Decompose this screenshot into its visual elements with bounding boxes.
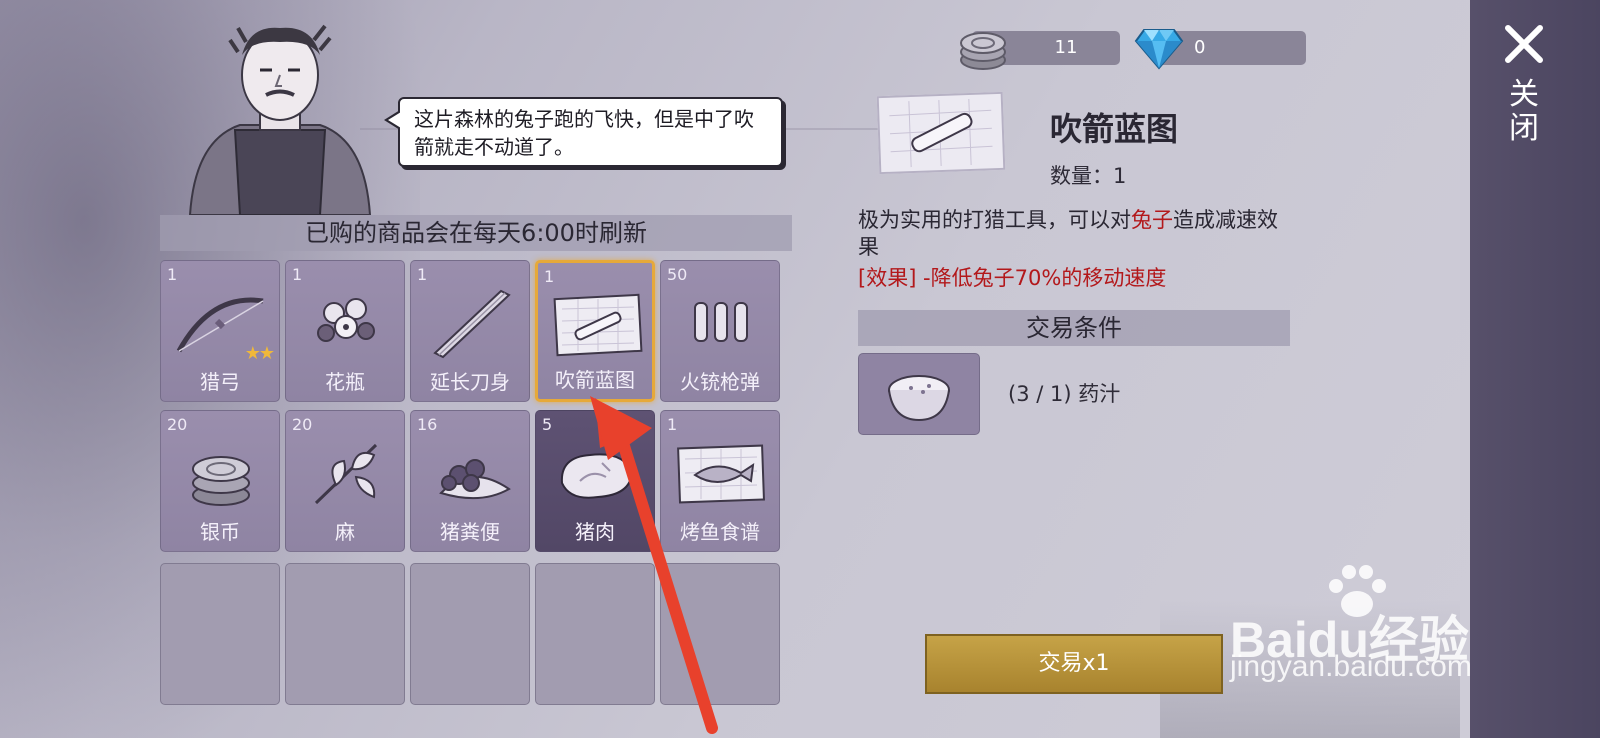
item-quantity: 1 [292,265,303,284]
item-name: 火铳枪弹 [680,370,760,394]
required-item-slot[interactable] [858,353,980,435]
shop-item-bow[interactable]: 1 ★★ 猎弓 [160,260,280,402]
silver-coin-icon [960,32,1006,70]
refresh-notice: 已购的商品会在每天6:00时刷新 [160,215,792,251]
empty-slot [535,563,655,705]
bullets-icon [694,302,748,342]
shop-item-musket-bullets[interactable]: 50 火铳枪弹 [660,260,780,402]
trade-button[interactable]: 交易x1 [925,634,1223,694]
blueprint-icon [889,98,993,168]
item-name: 花瓶 [325,370,365,394]
selected-item-image [876,91,1006,175]
requirement-text: (3 / 1) 药汁 [1008,382,1121,406]
blade-icon [433,289,511,359]
item-name: 麻 [335,520,355,544]
shop-item-silver-coin[interactable]: 20 银币 [160,410,280,552]
refresh-notice-text: 已购的商品会在每天6:00时刷新 [305,219,647,247]
close-label[interactable]: 关闭 [1508,78,1540,146]
trade-conditions-title: 交易条件 [1026,314,1122,342]
trade-conditions-header: 交易条件 [858,310,1290,346]
item-quantity: 1 [544,267,555,286]
item-quantity: 1 [417,265,428,284]
shop-item-blade[interactable]: 1 延长刀身 [410,260,530,402]
empty-slot [660,563,780,705]
item-name: 猎弓 [200,370,240,394]
shop-item-vase[interactable]: 1 花瓶 [285,260,405,402]
merchant-npc-portrait [188,24,372,215]
item-quantity: 50 [667,265,688,284]
item-count: 数量：1 [1050,164,1127,188]
blueprint-icon [553,293,643,357]
coins-icon [192,456,250,506]
empty-slot [160,563,280,705]
shop-item-pork[interactable]: 5 猪肉 [535,410,655,552]
watermark-url: jingyan.baidu.com [1230,650,1472,683]
shop-item-grilled-fish-recipe[interactable]: 1 烤鱼食谱 [660,410,780,552]
herbal-juice-bowl-icon [888,375,950,422]
bubble-tail-fill [388,112,401,128]
description-highlight: 兔子 [1131,208,1173,232]
item-quantity: 16 [417,415,438,434]
item-name: 猪粪便 [440,520,500,544]
item-description: 极为实用的打猎工具，可以对兔子造成减速效果 [858,207,1298,261]
shop-item-hemp[interactable]: 20 麻 [285,410,405,552]
item-quantity: 20 [292,415,313,434]
item-name: 猪肉 [575,520,615,544]
shop-item-blowdart-blueprint[interactable]: 1 吹箭蓝图 [535,260,655,402]
hemp-icon [314,443,378,505]
fish-recipe-icon [677,444,765,504]
pork-icon [560,453,634,499]
empty-slot [410,563,530,705]
description-text: 极为实用的打猎工具，可以对 [858,208,1131,232]
trade-button-label: 交易x1 [1038,651,1110,676]
item-name: 吹箭蓝图 [555,368,635,392]
empty-slot [285,563,405,705]
item-quantity: 1 [667,415,678,434]
item-quantity: 1 [167,265,178,284]
item-effect: [效果] -降低兔子70%的移动速度 [858,266,1167,290]
item-name: 烤鱼食谱 [680,520,760,544]
diamond-icon [1134,29,1184,70]
item-name: 延长刀身 [430,370,510,394]
npc-speech-bubble: 这片森林的兔子跑的飞快，但是中了吹箭就走不动道了。 [398,97,783,167]
item-name: 银币 [200,520,240,544]
flower-icon [317,298,375,342]
close-icon[interactable] [1502,22,1546,66]
npc-speech-text: 这片森林的兔子跑的飞快，但是中了吹箭就走不动道了。 [414,107,754,159]
item-title: 吹箭蓝图 [1050,110,1179,148]
dung-icon [439,459,511,500]
rarity-stars-icon: ★★ [244,343,275,364]
item-quantity: 5 [542,415,553,434]
item-quantity: 20 [167,415,188,434]
shop-item-pig-dung[interactable]: 16 猪粪便 [410,410,530,552]
